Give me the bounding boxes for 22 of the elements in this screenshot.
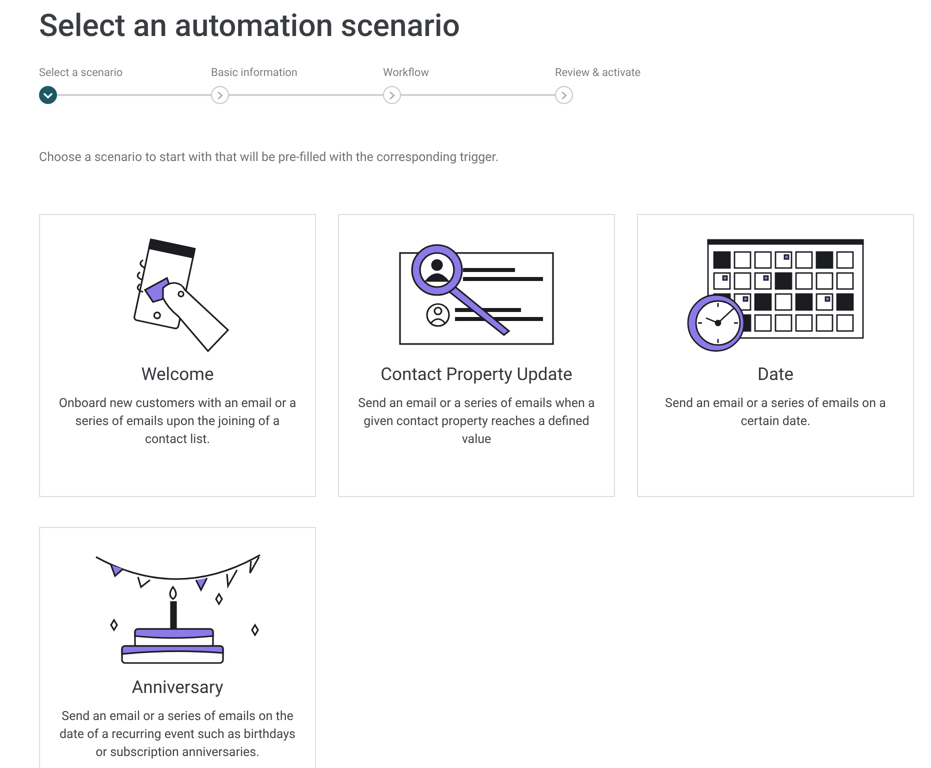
scenario-description: Send an email or a series of emails when a given contact property reaches a defined value xyxy=(357,395,596,449)
scenario-card[interactable]: Welcome Onboard new customers with an email or a series of emails upon the joining of a contact list. xyxy=(39,214,316,497)
chevron-right-icon xyxy=(389,90,395,100)
step-label: Basic information xyxy=(211,66,299,79)
step-indicator[interactable] xyxy=(39,86,57,104)
intro-text: Choose a scenario to start with that will be pre-filled with the corresponding trigger. xyxy=(39,150,500,165)
step-label: Select a scenario xyxy=(39,66,124,79)
scenario-title: Anniversary xyxy=(132,678,224,698)
scenario-card[interactable]: Contact Property Update Send an email or a series of emails when a given contact property reaches a defined value xyxy=(338,214,615,497)
scenario-title: Welcome xyxy=(141,365,214,385)
scenario-description: Send an email or a series of emails on a certain date. xyxy=(664,395,887,431)
chevron-right-icon xyxy=(217,90,223,100)
scenario-card[interactable]: Date Send an email or a series of emails on a certain date. xyxy=(637,214,914,497)
scenario-title: Date xyxy=(757,365,794,385)
scenario-card[interactable]: Anniversary Send an email or a series of emails on the date of a recurring event such as birthdays or subscription anniversaries. xyxy=(39,527,316,768)
scenario-description: Send an email or a series of emails on the date of a recurring event such as birthdays or subscription anniversaries. xyxy=(58,708,297,762)
scenario-description: Onboard new customers with an email or a series of emails upon the joining of a contact list. xyxy=(58,395,297,449)
page-title: Select an automation scenario xyxy=(39,6,461,46)
chevron-right-icon xyxy=(561,90,567,100)
step-label: Workflow xyxy=(383,66,430,79)
scenario-title: Contact Property Update xyxy=(380,365,572,385)
step-label: Review & activate xyxy=(555,66,642,79)
